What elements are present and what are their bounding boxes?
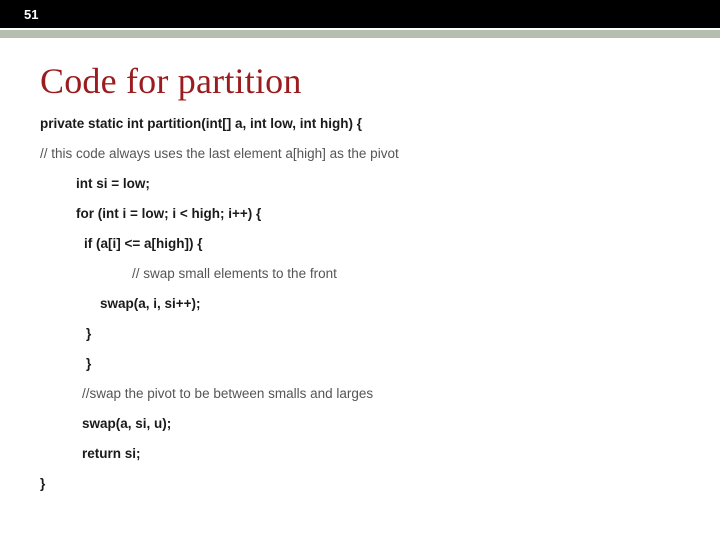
page-number-bar: 51 — [0, 0, 720, 28]
title-accent-strip — [0, 30, 720, 38]
code-line: } — [86, 326, 690, 341]
code-line: swap(a, si, u); — [82, 416, 690, 431]
slide-title: Code for partition — [0, 38, 720, 116]
code-line: for (int i = low; i < high; i++) { — [76, 206, 690, 221]
page-number: 51 — [24, 7, 38, 22]
code-line: return si; — [82, 446, 690, 461]
code-line: swap(a, i, si++); — [100, 296, 690, 311]
slide: 51 Code for partition private static int… — [0, 0, 720, 540]
code-line: int si = low; — [76, 176, 690, 191]
code-comment-swap: // swap small elements to the front — [132, 266, 690, 281]
code-line: } — [40, 476, 690, 491]
slide-body: private static int partition(int[] a, in… — [0, 116, 720, 491]
code-comment-pivot: // this code always uses the last elemen… — [40, 146, 690, 161]
code-line: } — [86, 356, 690, 371]
code-comment-pivot-swap: //swap the pivot to be between smalls an… — [82, 386, 690, 401]
code-line: if (a[i] <= a[high]) { — [84, 236, 690, 251]
code-signature: private static int partition(int[] a, in… — [40, 116, 690, 131]
